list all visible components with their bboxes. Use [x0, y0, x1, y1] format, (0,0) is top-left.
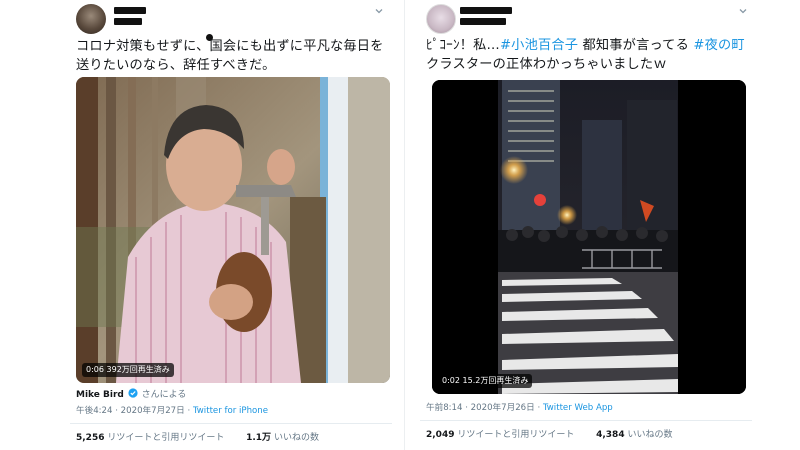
video-player[interactable]: 0:06 392万回再生済み	[76, 77, 390, 383]
video-player[interactable]: 0:02 15.2万回再生済み	[432, 80, 746, 394]
divider	[70, 423, 392, 424]
hashtag-link[interactable]: #小池百合子	[500, 38, 578, 53]
verified-badge-icon	[128, 388, 138, 398]
hashtag-link[interactable]: #夜の町	[693, 38, 744, 53]
redacted-display-name[interactable]	[460, 7, 512, 14]
video-thumbnail-abe-hammer	[76, 77, 390, 383]
tweet-card-left[interactable]: コロナ対策もせずに、国会にも出ずに平凡な毎日を送りたいのなら、辞任すべきだ。 0…	[70, 0, 392, 450]
tweet-source-link[interactable]: Twitter Web App	[543, 403, 613, 413]
like-stat[interactable]: 4,384 いいねの数	[596, 430, 672, 440]
chevron-down-icon[interactable]	[738, 6, 748, 16]
tweet-timestamp-row: 午前8:14 · 2020年7月26日 · Twitter Web App	[426, 403, 613, 413]
redacted-username[interactable]	[460, 18, 506, 25]
column-divider	[404, 0, 405, 450]
redacted-display-name[interactable]	[114, 7, 146, 14]
engagement-stats: 5,256 リツイートと引用リツイート 1.1万 いいねの数	[76, 432, 319, 444]
video-view-count-badge: 0:02 15.2万回再生済み	[438, 374, 533, 388]
avatar[interactable]	[426, 4, 456, 34]
tweet-timestamp-row: 午後4:24 · 2020年7月27日 · Twitter for iPhone	[76, 406, 269, 416]
attribution-name[interactable]: Mike Bird	[76, 390, 124, 400]
tweet-source-link[interactable]: Twitter for iPhone	[193, 406, 268, 416]
tweet-text: コロナ対策もせずに、国会にも出ずに平凡な毎日を送りたいのなら、辞任すべきだ。	[76, 39, 384, 73]
media-attribution[interactable]: Mike Bird さんによる	[76, 388, 186, 401]
retweet-stat[interactable]: 5,256 リツイートと引用リツイート	[76, 433, 224, 443]
tweet-card-right[interactable]: ﾋﾟｺｰﾝ！私…#小池百合子 都知事が言ってる #夜の町 クラスターの正体わかっ…	[420, 0, 752, 450]
attribution-suffix: さんによる	[141, 390, 187, 400]
timestamp[interactable]: 午前8:14 · 2020年7月26日	[426, 403, 535, 413]
redacted-username[interactable]	[114, 18, 142, 25]
retweet-stat[interactable]: 2,049 リツイートと引用リツイート	[426, 430, 574, 440]
avatar[interactable]	[76, 4, 106, 34]
tweet-text: ﾋﾟｺｰﾝ！私…#小池百合子 都知事が言ってる #夜の町 クラスターの正体わかっ…	[426, 38, 750, 72]
divider	[420, 420, 752, 421]
video-view-count-badge: 0:06 392万回再生済み	[82, 363, 174, 377]
chevron-down-icon[interactable]	[374, 6, 384, 16]
like-stat[interactable]: 1.1万 いいねの数	[246, 433, 319, 443]
video-thumbnail-night-crossing	[432, 80, 746, 394]
engagement-stats: 2,049 リツイートと引用リツイート 4,384 いいねの数	[426, 429, 672, 441]
timestamp[interactable]: 午後4:24 · 2020年7月27日	[76, 406, 185, 416]
